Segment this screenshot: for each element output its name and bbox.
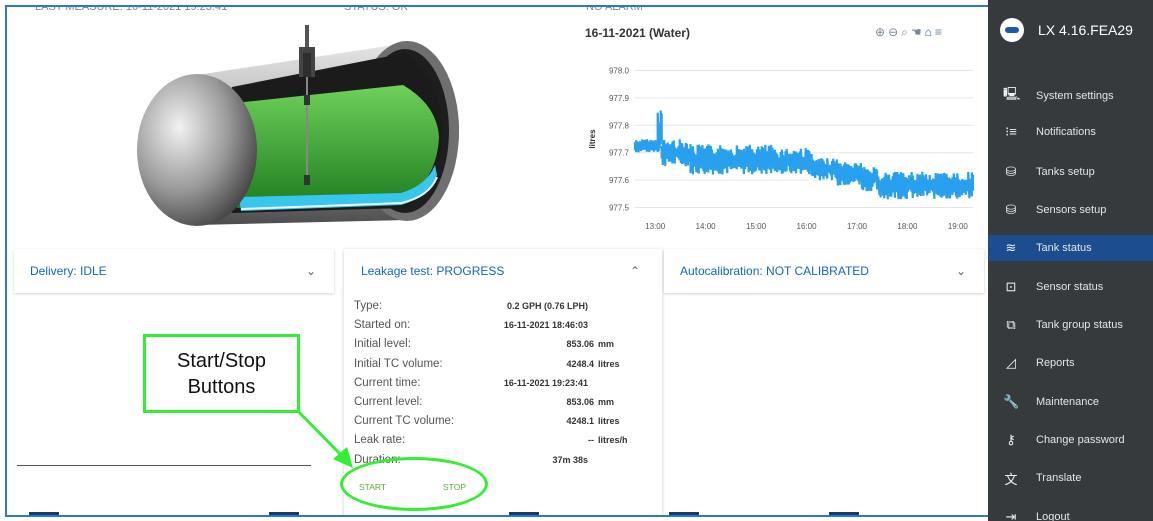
bottom-button[interactable]	[509, 512, 539, 515]
waves-icon: ≋	[1005, 240, 1017, 255]
chart-icon: ◿	[1006, 355, 1016, 370]
bottom-button[interactable]	[269, 512, 299, 515]
sidebar-item-translate[interactable]: 文 Translate	[988, 465, 1153, 491]
sidebar-item-sensor-status[interactable]: ⊡ Sensor status	[988, 274, 1153, 300]
logout-icon: ⇥	[1005, 509, 1017, 521]
sidebar-item-system-settings[interactable]: 🖳 System settings	[988, 83, 1153, 109]
bottom-button[interactable]	[669, 512, 699, 515]
annotation-ellipse	[340, 457, 488, 511]
sidebar-item-reports[interactable]: ◿ Reports	[988, 350, 1153, 376]
annotation-line-1: Start/Stop	[177, 350, 266, 372]
sidebar-item-tanks-setup[interactable]: ⛁ Tanks setup	[988, 159, 1153, 185]
sidebar: LX 4.16.FEA29 🖳 System settings ⁝≡ Notifica…	[988, 0, 1153, 521]
sidebar-item-label: System settings	[1036, 90, 1114, 102]
app-version: LX 4.16.FEA29	[1038, 22, 1133, 38]
database-icon: ⛁	[1005, 164, 1017, 179]
app-logo	[1000, 18, 1024, 42]
annotation-callout: Start/Stop Buttons	[143, 334, 300, 413]
sidebar-item-label: Tanks setup	[1036, 166, 1095, 178]
main-content: LAST MEASURE: 16-11-2021 19:23:41 STATUS…	[5, 5, 988, 517]
monitor-icon: 🖳	[1003, 86, 1021, 101]
sidebar-item-tank-status[interactable]: ≋ Tank status	[988, 235, 1153, 261]
database-icon: ⛁	[1005, 202, 1017, 217]
sidebar-item-logout[interactable]: ⇥ Logout	[988, 504, 1153, 521]
translate-icon: 文	[1004, 471, 1018, 487]
cast-icon: ⊡	[1005, 279, 1017, 294]
sidebar-header: LX 4.16.FEA29	[1000, 18, 1133, 42]
sidebar-item-change-password[interactable]: ⚷ Change password	[988, 427, 1153, 453]
sidebar-item-label: Logout	[1036, 511, 1070, 521]
wrench-icon: 🔧	[1003, 394, 1020, 409]
sidebar-item-tank-group-status[interactable]: ⧉ Tank group status	[988, 312, 1153, 338]
annotation-arrow	[291, 404, 353, 468]
sidebar-item-label: Maintenance	[1036, 396, 1099, 408]
sidebar-item-label: Reports	[1036, 357, 1075, 369]
sidebar-item-sensors-setup[interactable]: ⛁ Sensors setup	[988, 197, 1153, 223]
group-icon: ⧉	[1006, 317, 1016, 332]
bottom-button[interactable]	[29, 512, 59, 515]
sidebar-item-label: Sensor status	[1036, 281, 1104, 293]
annotation-line-2: Buttons	[187, 376, 256, 398]
sidebar-item-label: Notifications	[1036, 126, 1096, 138]
sidebar-item-label: Tank group status	[1036, 319, 1123, 331]
sidebar-item-notifications[interactable]: ⁝≡ Notifications	[988, 119, 1153, 145]
sidebar-item-label: Tank status	[1036, 242, 1092, 254]
sidebar-item-label: Translate	[1036, 472, 1082, 484]
sidebar-item-label: Change password	[1036, 434, 1125, 446]
sidebar-item-label: Sensors setup	[1036, 204, 1107, 216]
bottom-button[interactable]	[829, 512, 859, 515]
key-icon: ⚷	[1006, 432, 1016, 447]
notifications-icon: ⁝≡	[1005, 124, 1017, 139]
sidebar-item-maintenance[interactable]: 🔧 Maintenance	[988, 389, 1153, 415]
